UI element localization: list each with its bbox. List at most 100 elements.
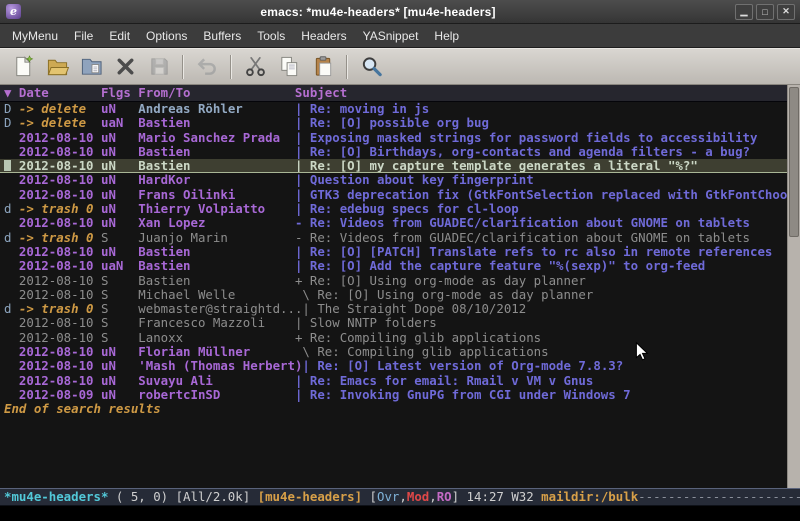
row-flags: S xyxy=(101,288,138,302)
row-flags: uN xyxy=(101,145,138,159)
paste-button[interactable] xyxy=(308,52,338,81)
menu-item-buffers[interactable]: Buffers xyxy=(195,26,249,46)
row-date: 2012-08-10 xyxy=(19,274,101,288)
message-row[interactable]: 2012-08-10 uN Bastien | Re: [O] my captu… xyxy=(0,159,787,173)
row-subject: \ Re: Compiling glib applications xyxy=(295,345,549,359)
open-file-button[interactable] xyxy=(42,52,72,81)
new-file-icon xyxy=(12,55,35,78)
menu-item-mymenu[interactable]: MyMenu xyxy=(4,26,66,46)
mu4e-headers-buffer[interactable]: ▼ Date Flgs From/To Subject D -> delete … xyxy=(0,85,787,488)
menu-item-yasnippet[interactable]: YASnippet xyxy=(355,26,427,46)
menu-item-headers[interactable]: Headers xyxy=(293,26,354,46)
row-date: 2012-08-10 xyxy=(19,374,101,388)
row-date: 2012-08-10 xyxy=(19,316,101,330)
row-from: Mario Sanchez Prada xyxy=(138,131,295,145)
menu-item-help[interactable]: Help xyxy=(426,26,467,46)
row-date: 2012-08-10 xyxy=(19,145,101,159)
message-row[interactable]: 2012-08-10 uN Frans Oilinki | GTK3 depre… xyxy=(0,188,787,202)
row-date: 2012-08-10 xyxy=(19,288,101,302)
toolbar-separator xyxy=(230,55,232,79)
message-row[interactable]: D -> delete uaN Bastien | Re: [O] possib… xyxy=(0,116,787,130)
message-row[interactable]: D -> delete uN Andreas Röhler | Re: movi… xyxy=(0,102,787,116)
row-flags: uN xyxy=(101,202,138,216)
row-mark-margin xyxy=(4,145,19,159)
row-mark-margin xyxy=(4,274,19,288)
save-buffer-icon xyxy=(148,55,171,78)
undo-icon xyxy=(196,55,219,78)
row-mark-margin: d xyxy=(4,302,19,316)
titlebar[interactable]: e emacs: *mu4e-headers* [mu4e-headers] ▁… xyxy=(0,0,800,24)
row-mark-margin: d xyxy=(4,231,19,245)
row-mark-margin xyxy=(4,345,19,359)
row-mark-margin xyxy=(4,331,19,345)
row-mark-margin xyxy=(4,288,19,302)
buffer-content: ▼ Date Flgs From/To Subject D -> delete … xyxy=(0,85,800,488)
modeline-segment: *mu4e-headers* xyxy=(4,489,108,504)
modeline-segment: Ovr xyxy=(377,489,399,504)
row-subject: | The Straight Dope 08/10/2012 xyxy=(302,302,526,316)
menu-item-edit[interactable]: Edit xyxy=(101,26,138,46)
dired-button[interactable] xyxy=(76,52,106,81)
message-row[interactable]: 2012-08-10 uN 'Mash (Thomas Herbert)| Re… xyxy=(0,359,787,373)
message-row[interactable]: 2012-08-10 uaN Bastien | Re: [O] Add the… xyxy=(0,259,787,273)
row-flags: uN xyxy=(101,102,138,116)
scrollbar-thumb[interactable] xyxy=(789,87,799,237)
row-date: -> trash 0 xyxy=(19,231,101,245)
message-row[interactable]: 2012-08-10 S Lanoxx + Re: Compiling glib… xyxy=(0,331,787,345)
row-subject: | GTK3 deprecation fix (GtkFontSelection… xyxy=(295,188,787,202)
message-row[interactable]: d -> trash 0 S webmaster@straightd...| T… xyxy=(0,302,787,316)
row-subject: + Re: Compiling glib applications xyxy=(295,331,541,345)
message-row[interactable]: d -> trash 0 S Juanjo Marin - Re: Videos… xyxy=(0,231,787,245)
row-mark-margin xyxy=(4,188,19,202)
menu-item-file[interactable]: File xyxy=(66,26,101,46)
window-buttons: ▁ □ ✕ xyxy=(735,4,795,20)
close-button[interactable]: ✕ xyxy=(777,4,795,20)
minibuffer[interactable] xyxy=(0,506,800,521)
message-row[interactable]: 2012-08-10 uN Suvayu Ali | Re: Emacs for… xyxy=(0,374,787,388)
row-mark-margin xyxy=(4,245,19,259)
message-row[interactable]: 2012-08-10 uN Xan Lopez - Re: Videos fro… xyxy=(0,216,787,230)
modeline-segment: ] 14:27 W32 xyxy=(452,489,542,504)
copy-button[interactable] xyxy=(274,52,304,81)
row-date: 2012-08-10 xyxy=(19,159,101,173)
row-date: 2012-08-09 xyxy=(19,388,101,402)
row-from: webmaster@straightd... xyxy=(138,302,302,316)
undo-button xyxy=(192,52,222,81)
row-from: Bastien xyxy=(138,259,295,273)
modeline-segment: ( 5, 0) [All/2.0k] xyxy=(108,489,257,504)
maximize-button[interactable]: □ xyxy=(756,4,774,20)
row-flags: uN xyxy=(101,388,138,402)
message-row[interactable]: 2012-08-10 uN Bastien | Re: [O] [PATCH] … xyxy=(0,245,787,259)
row-subject: | Re: [O] my capture template generates … xyxy=(295,159,698,173)
kill-buffer-button[interactable] xyxy=(110,52,140,81)
row-mark-margin: D xyxy=(4,116,19,130)
message-row[interactable]: 2012-08-10 S Francesco Mazzoli | Slow NN… xyxy=(0,316,787,330)
minimize-button[interactable]: ▁ xyxy=(735,4,753,20)
row-mark-margin xyxy=(4,388,19,402)
message-row[interactable]: d -> trash 0 uN Thierry Volpiatto | Re: … xyxy=(0,202,787,216)
row-flags: uaN xyxy=(101,259,138,273)
message-row[interactable]: 2012-08-10 uN HardKor | Question about k… xyxy=(0,173,787,187)
cut-icon xyxy=(244,55,267,78)
row-from: Suvayu Ali xyxy=(138,374,295,388)
row-mark-margin xyxy=(4,216,19,230)
modeline-segment: , xyxy=(429,489,436,504)
message-row[interactable]: 2012-08-10 uN Bastien | Re: [O] Birthday… xyxy=(0,145,787,159)
cut-button[interactable] xyxy=(240,52,270,81)
message-row[interactable]: 2012-08-10 S Bastien + Re: [O] Using org… xyxy=(0,274,787,288)
scrollbar[interactable] xyxy=(787,85,800,488)
menu-item-tools[interactable]: Tools xyxy=(249,26,293,46)
save-buffer-button xyxy=(144,52,174,81)
new-file-button[interactable] xyxy=(8,52,38,81)
row-mark-margin xyxy=(4,259,19,273)
row-from: Bastien xyxy=(138,116,295,130)
row-date: 2012-08-10 xyxy=(19,259,101,273)
message-row[interactable]: 2012-08-09 uN robertcInSD | Re: Invoking… xyxy=(0,388,787,402)
message-row[interactable]: 2012-08-10 uN Florian Müllner \ Re: Comp… xyxy=(0,345,787,359)
menu-item-options[interactable]: Options xyxy=(138,26,195,46)
message-row[interactable]: 2012-08-10 S Michael Welle \ Re: [O] Usi… xyxy=(0,288,787,302)
search-button[interactable] xyxy=(356,52,386,81)
row-flags: uN xyxy=(101,359,138,373)
message-row[interactable]: 2012-08-10 uN Mario Sanchez Prada | Expo… xyxy=(0,131,787,145)
row-subject: | Re: Emacs for email: Rmail v VM v Gnus xyxy=(295,374,593,388)
